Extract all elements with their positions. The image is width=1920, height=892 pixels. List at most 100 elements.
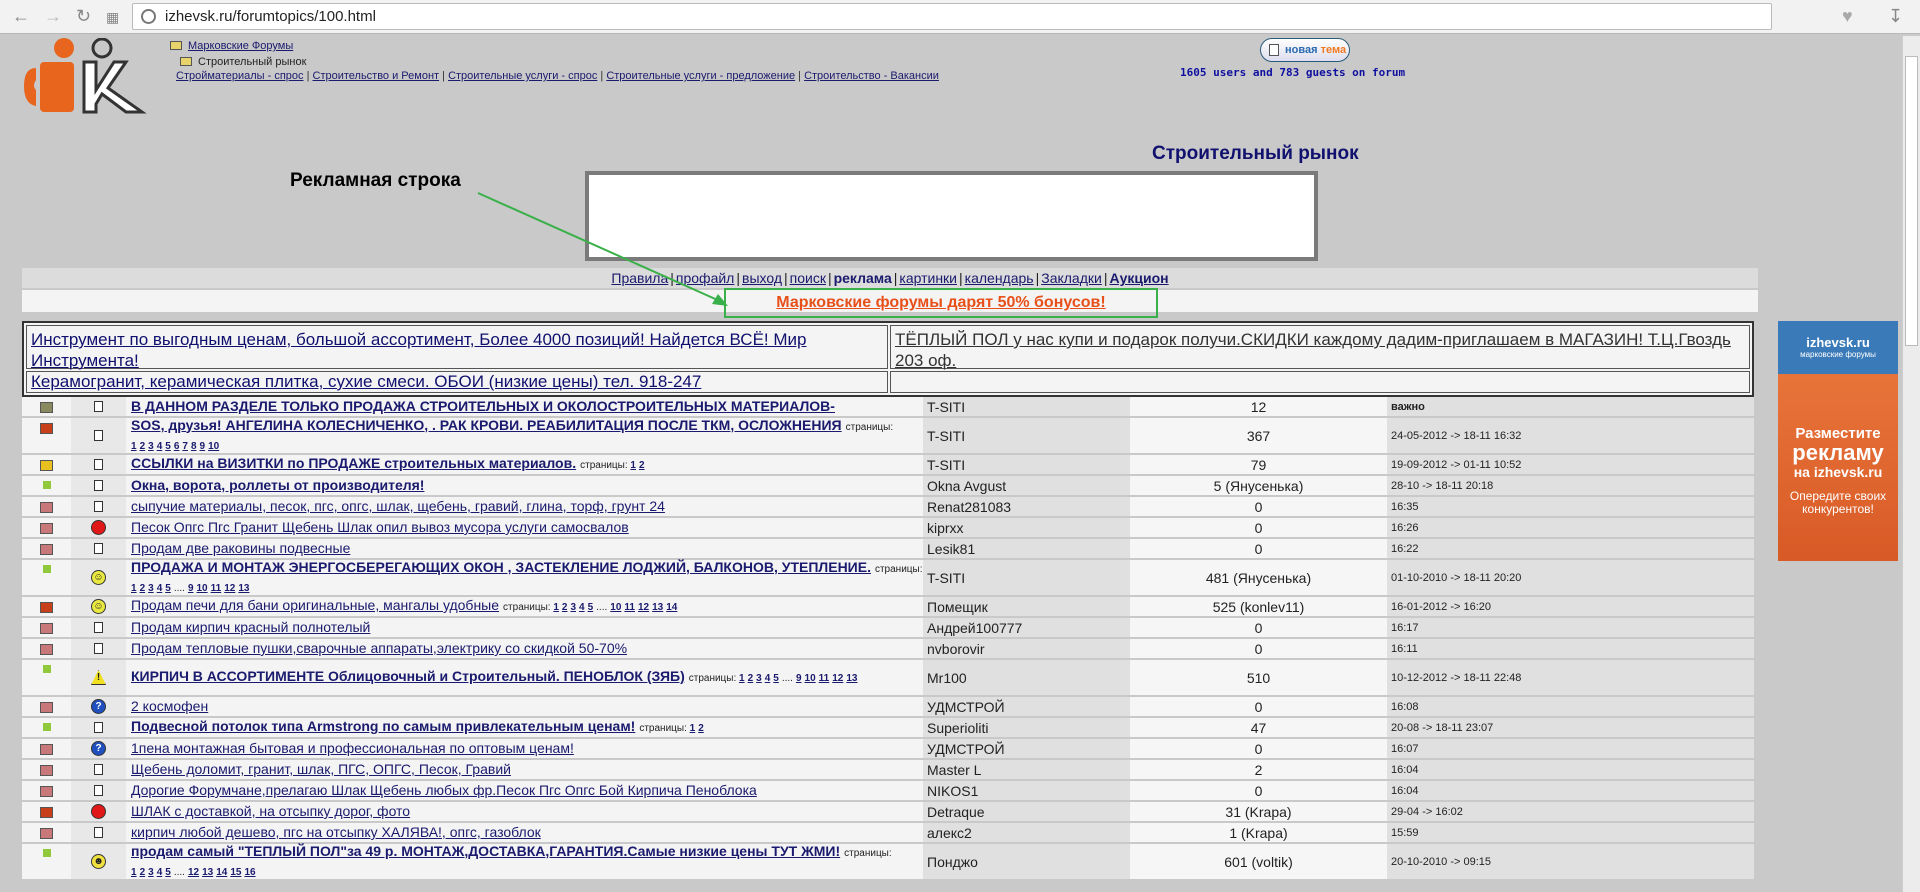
page-link[interactable]: 10: [610, 602, 621, 613]
page-link[interactable]: 3: [148, 867, 154, 878]
page-link[interactable]: 12: [832, 673, 843, 684]
nav-link[interactable]: реклама: [834, 270, 892, 286]
topic-author[interactable]: УДМСТРОЙ: [923, 739, 1130, 758]
address-bar[interactable]: izhevsk.ru/forumtopics/100.html: [132, 3, 1772, 30]
page-link[interactable]: 4: [157, 583, 163, 594]
reload-icon[interactable]: ↻: [76, 6, 91, 27]
topic-link[interactable]: Продам две раковины подвесные: [131, 540, 350, 556]
subforum-link[interactable]: Строительные услуги - спрос: [448, 70, 597, 82]
topic-author[interactable]: T-SITI: [923, 418, 1130, 453]
page-link[interactable]: 2: [140, 583, 146, 594]
topic-link[interactable]: 2 космофен: [131, 698, 208, 714]
promo-link[interactable]: Марковские форумы дарят 50% бонусов!: [776, 294, 1105, 311]
topic-author[interactable]: Superioliti: [923, 718, 1130, 737]
topic-author[interactable]: Okna Avgust: [923, 476, 1130, 495]
topic-author[interactable]: УДМСТРОЙ: [923, 697, 1130, 716]
topic-link[interactable]: SOS, друзья! АНГЕЛИНА КОЛЕСНИЧЕНКО, . РА…: [131, 417, 842, 433]
topic-author[interactable]: nvborovir: [923, 639, 1130, 658]
topic-link[interactable]: Продам кирпич красный полнотелый: [131, 619, 370, 635]
page-link[interactable]: 3: [148, 441, 154, 452]
page-link[interactable]: 2: [140, 441, 146, 452]
page-link[interactable]: 1: [690, 723, 696, 734]
topic-link[interactable]: Продам тепловые пушки,сварочные аппараты…: [131, 640, 627, 656]
page-link[interactable]: 13: [202, 867, 213, 878]
topic-author[interactable]: Mr100: [923, 660, 1130, 695]
topic-link[interactable]: Подвесной потолок типа Armstrong по самы…: [131, 718, 635, 734]
site-logo[interactable]: [22, 38, 152, 114]
topic-author[interactable]: Понджо: [923, 844, 1130, 879]
scrollbar-thumb[interactable]: [1905, 56, 1918, 346]
page-link[interactable]: 7: [182, 441, 188, 452]
topic-author[interactable]: Lesik81: [923, 539, 1130, 558]
topic-link[interactable]: сыпучие материалы, песок, пгс, опгс, шла…: [131, 498, 665, 514]
page-link[interactable]: 5: [588, 602, 594, 613]
topic-author[interactable]: T-SITI: [923, 397, 1130, 416]
page-link[interactable]: 13: [846, 673, 857, 684]
scrollbar[interactable]: [1902, 36, 1920, 892]
topic-link[interactable]: Продам печи для бани оригинальные, манга…: [131, 597, 499, 613]
text-ad-link[interactable]: Инструмент по выгодным ценам, большой ас…: [31, 330, 807, 370]
page-link[interactable]: 1: [131, 441, 137, 452]
page-link[interactable]: 12: [638, 602, 649, 613]
page-link[interactable]: 10: [805, 673, 816, 684]
page-link[interactable]: 13: [238, 583, 249, 594]
topic-author[interactable]: алекс2: [923, 823, 1130, 842]
topic-link[interactable]: Песок Опгс Пгс Гранит Щебень Шлак опил в…: [131, 519, 629, 535]
page-link[interactable]: 4: [765, 673, 771, 684]
topic-link[interactable]: ШЛАК с доставкой, на отсыпку дорог, фото: [131, 803, 410, 819]
page-link[interactable]: 2: [562, 602, 568, 613]
page-link[interactable]: 11: [819, 673, 830, 684]
text-ad-link[interactable]: ТЁПЛЫЙ ПОЛ у нас купи и подарок получи.С…: [895, 330, 1731, 370]
forward-icon[interactable]: →: [44, 6, 62, 27]
page-link[interactable]: 2: [639, 460, 645, 471]
topic-link[interactable]: Щебень доломит, гранит, шлак, ПГС, ОПГС,…: [131, 761, 511, 777]
page-link[interactable]: 4: [579, 602, 585, 613]
topic-link[interactable]: КИРПИЧ В АССОРТИМЕНТЕ Облицовочный и Стр…: [131, 668, 685, 684]
page-link[interactable]: 3: [570, 602, 576, 613]
nav-link[interactable]: профайл: [676, 270, 734, 286]
topic-author[interactable]: Renat281083: [923, 497, 1130, 516]
topic-author[interactable]: T-SITI: [923, 560, 1130, 595]
subforum-link[interactable]: Стройматериалы - спрос: [176, 70, 304, 82]
topic-author[interactable]: T-SITI: [923, 455, 1130, 474]
banner-ad-slot[interactable]: [585, 171, 1318, 261]
page-link[interactable]: 15: [230, 867, 241, 878]
subforum-link[interactable]: Строительство и Ремонт: [313, 70, 440, 82]
page-link[interactable]: 10: [197, 583, 208, 594]
topic-author[interactable]: Андрей100777: [923, 618, 1130, 637]
subforum-link[interactable]: Строительство - Вакансии: [804, 70, 939, 82]
topic-author[interactable]: Detraque: [923, 802, 1130, 821]
page-link[interactable]: 11: [624, 602, 635, 613]
topic-author[interactable]: Master L: [923, 760, 1130, 779]
page-link[interactable]: 5: [165, 867, 171, 878]
page-link[interactable]: 16: [244, 867, 255, 878]
page-link[interactable]: 9: [796, 673, 802, 684]
page-link[interactable]: 5: [773, 673, 779, 684]
page-link[interactable]: 5: [165, 441, 171, 452]
page-link[interactable]: 12: [224, 583, 235, 594]
side-banner-ad[interactable]: izhevsk.ru марковские форумы Разместите …: [1778, 321, 1898, 561]
page-link[interactable]: 1: [131, 867, 137, 878]
topic-author[interactable]: kiprxx: [923, 518, 1130, 537]
page-link[interactable]: 8: [191, 441, 197, 452]
page-link[interactable]: 10: [208, 441, 219, 452]
apps-icon[interactable]: ▦: [106, 9, 119, 26]
page-link[interactable]: 1: [553, 602, 559, 613]
topic-link[interactable]: ССЫЛКИ на ВИЗИТКИ по ПРОДАЖЕ строительны…: [131, 455, 576, 471]
page-link[interactable]: 4: [157, 867, 163, 878]
nav-link[interactable]: выход: [742, 270, 782, 286]
back-icon[interactable]: ←: [12, 6, 30, 27]
nav-link[interactable]: поиск: [790, 270, 826, 286]
breadcrumb-root-link[interactable]: Марковские Форумы: [188, 40, 293, 52]
topic-author[interactable]: Помещик: [923, 597, 1130, 616]
topic-link[interactable]: Дорогие Форумчане,прелагаю Шлак Щебень л…: [131, 782, 757, 798]
topic-link[interactable]: 1пена монтажная бытовая и профессиональн…: [131, 740, 574, 756]
page-link[interactable]: 2: [748, 673, 754, 684]
page-link[interactable]: 3: [148, 583, 154, 594]
nav-link[interactable]: Правила: [611, 270, 668, 286]
page-link[interactable]: 14: [666, 602, 677, 613]
page-link[interactable]: 14: [216, 867, 227, 878]
topic-link[interactable]: кирпич любой дешево, пгс на отсыпку ХАЛЯ…: [131, 824, 541, 840]
page-link[interactable]: 9: [188, 583, 194, 594]
page-link[interactable]: 5: [165, 583, 171, 594]
